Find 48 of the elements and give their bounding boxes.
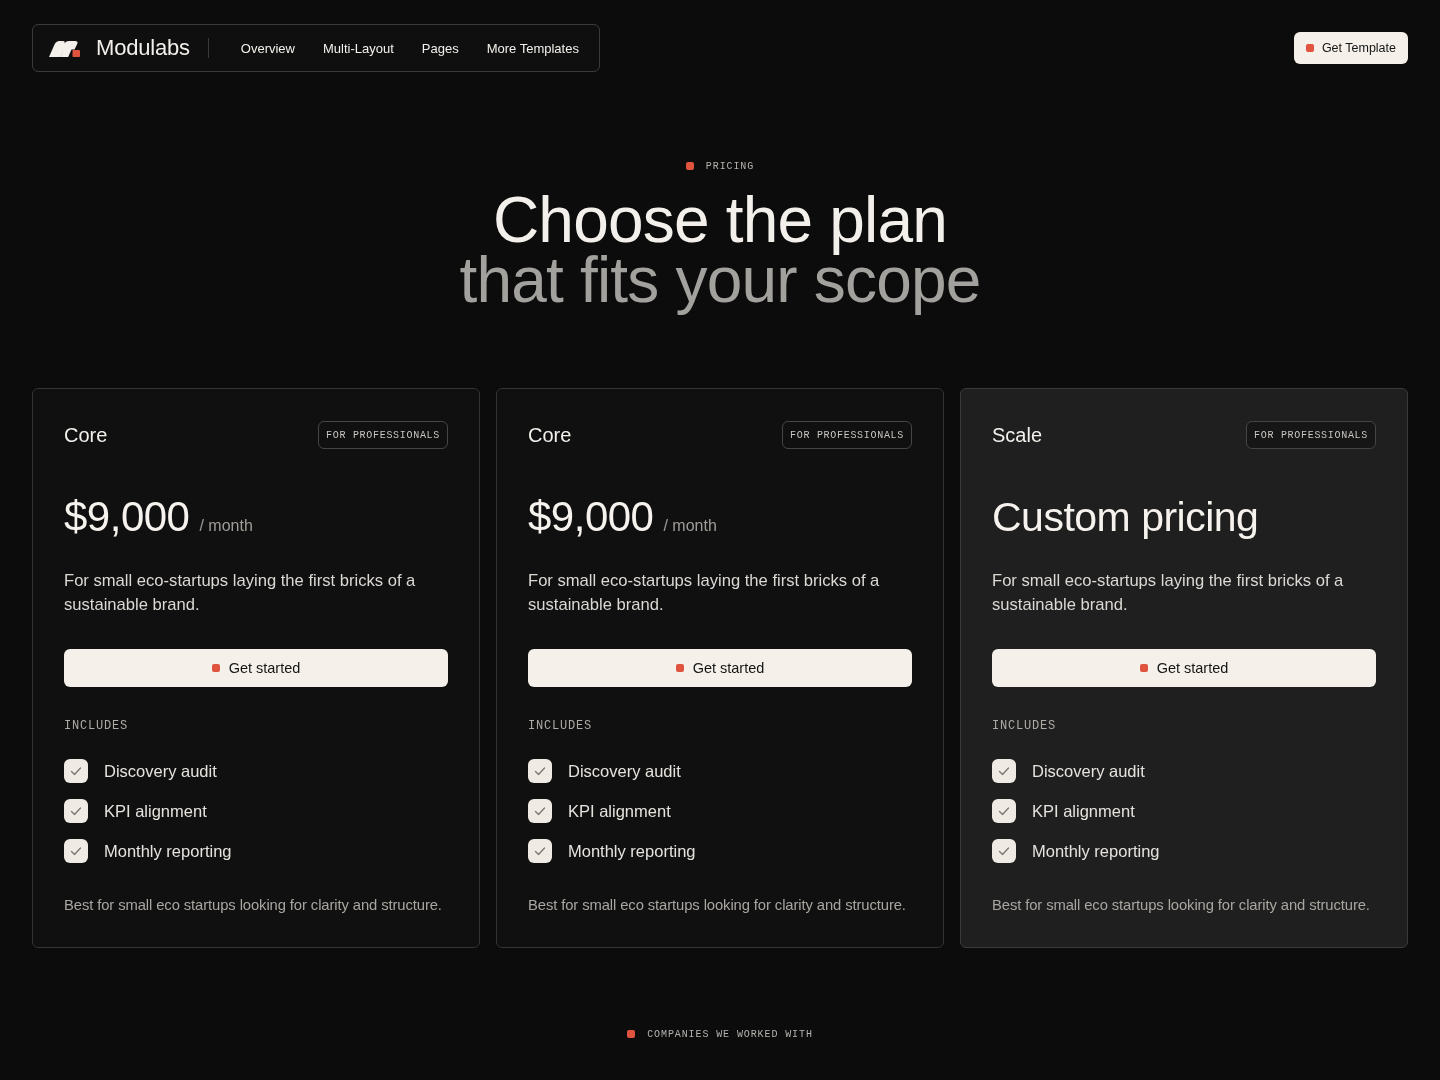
plan-note: Best for small eco startups looking for clarity and structure. <box>528 896 907 915</box>
price-period: / month <box>663 517 717 535</box>
plan-name: Core <box>64 423 108 447</box>
feature-label: KPI alignment <box>1032 801 1135 821</box>
bullet-icon <box>675 664 684 672</box>
plan-name: Core <box>528 423 572 447</box>
get-started-button[interactable]: Get started <box>992 649 1376 687</box>
logo-icon[interactable] <box>49 39 80 57</box>
feature-label: Discovery audit <box>104 761 217 781</box>
plan-tag: FOR PROFESSIONALS <box>1246 421 1376 449</box>
plan-name: Scale <box>992 423 1043 447</box>
plan-tag: FOR PROFESSIONALS <box>782 421 912 449</box>
feature-label: Discovery audit <box>1032 761 1145 781</box>
bullet-icon <box>1139 664 1148 672</box>
feature-label: Monthly reporting <box>104 841 232 861</box>
plan-note: Best for small eco startups looking for clarity and structure. <box>64 896 443 915</box>
get-template-button[interactable]: Get Template <box>1293 32 1408 64</box>
includes-label: INCLUDES <box>992 718 1057 734</box>
section-label: PRICING <box>705 160 755 172</box>
bullet-icon <box>685 162 694 170</box>
bullet-icon <box>1305 44 1314 52</box>
section-label: COMPANIES WE WORKED WITH <box>647 1028 813 1040</box>
get-started-button[interactable]: Get started <box>528 649 912 687</box>
plan-note: Best for small eco startups looking for clarity and structure. <box>992 896 1371 915</box>
includes-label: INCLUDES <box>528 718 593 734</box>
plan-tag: FOR PROFESSIONALS <box>318 421 448 449</box>
price-period: / month <box>199 517 253 535</box>
feature-label: Discovery audit <box>568 761 681 781</box>
brand-name: Modulabs <box>96 35 190 61</box>
get-started-button[interactable]: Get started <box>64 649 448 687</box>
bullet-icon <box>211 664 220 672</box>
nav-link[interactable]: More Templates <box>486 40 579 56</box>
plan-description: For small eco-startups laying the first bricks of a sustainable brand. <box>992 570 1345 616</box>
page-heading: Choose the plan that fits your scope <box>459 190 981 318</box>
nav-link[interactable]: Pages <box>421 40 459 56</box>
nav-link[interactable]: Multi-Layout <box>323 40 394 56</box>
bullet-icon <box>627 1030 636 1038</box>
feature-label: KPI alignment <box>568 801 671 821</box>
feature-label: Monthly reporting <box>568 841 696 861</box>
includes-label: INCLUDES <box>64 718 129 734</box>
price-amount: $9,000 <box>528 493 654 541</box>
nav-link[interactable]: Overview <box>240 40 295 56</box>
price-amount: Custom pricing <box>992 493 1259 541</box>
plan-description: For small eco-startups laying the first bricks of a sustainable brand. <box>528 570 881 616</box>
feature-label: Monthly reporting <box>1032 841 1160 861</box>
feature-label: KPI alignment <box>104 801 207 821</box>
price-amount: $9,000 <box>64 493 190 541</box>
plan-description: For small eco-startups laying the first bricks of a sustainable brand. <box>64 570 417 616</box>
